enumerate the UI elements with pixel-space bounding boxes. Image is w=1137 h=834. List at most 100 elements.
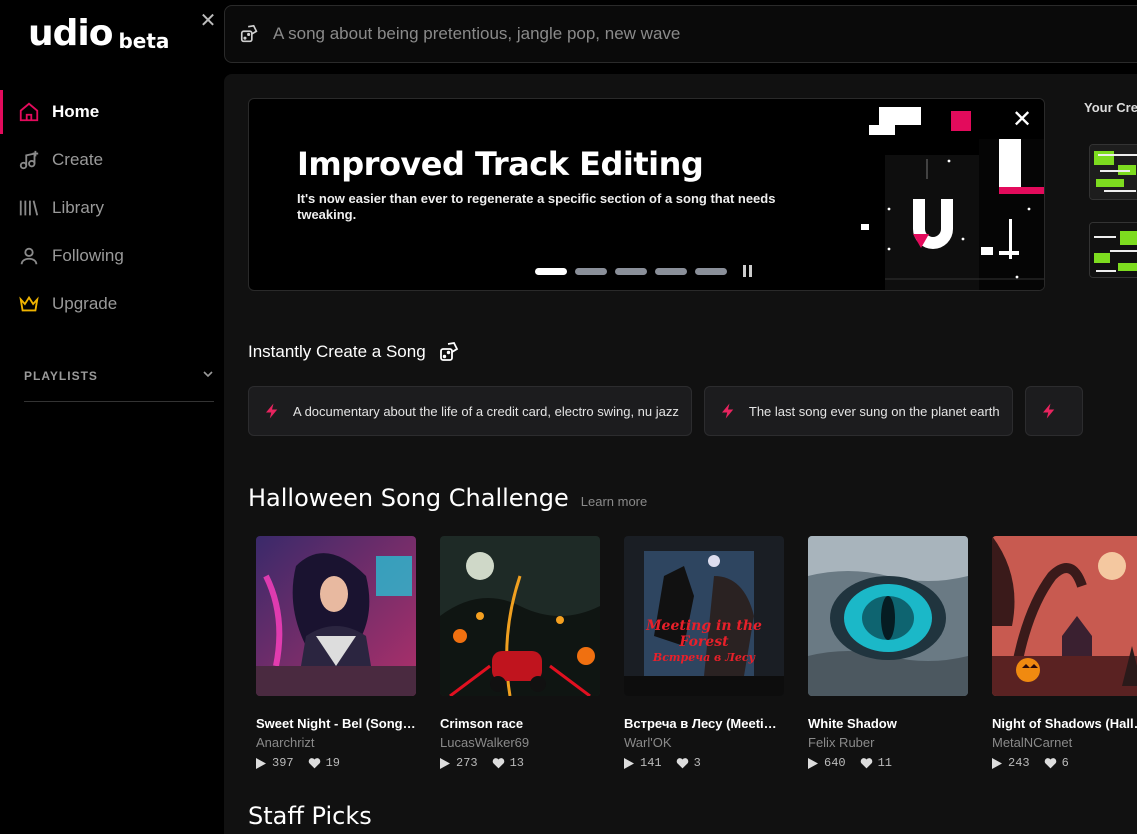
user-icon	[18, 245, 40, 267]
song-title[interactable]: Встреча в Лесу (Meeting in the Forest)	[624, 716, 784, 731]
dice-icon[interactable]	[438, 340, 462, 364]
challenge-title: Halloween Song Challenge	[248, 484, 569, 512]
cover-art-caption-line: Встреча в Лесу	[652, 651, 756, 664]
suggestion-chip[interactable]: A documentary about the life of a credit…	[248, 386, 692, 436]
song-title[interactable]: Sweet Night - Bel (Song for Halloween)	[256, 716, 416, 731]
song-stats: 141 3	[624, 756, 784, 770]
chevron-down-icon	[202, 368, 214, 383]
lightning-icon	[719, 402, 737, 420]
like-count: 13	[509, 756, 525, 770]
banner-description: It's now easier than ever to regenerate …	[297, 191, 776, 222]
song-card[interactable]: White Shadow Felix Ruber 640 11	[808, 536, 968, 770]
instant-create-title: Instantly Create a Song	[248, 342, 426, 361]
banner-dot[interactable]	[535, 267, 567, 275]
udio-logo[interactable]: udio beta	[28, 14, 169, 54]
heart-icon[interactable]	[308, 757, 321, 769]
sidebar-item-create[interactable]: Create	[0, 136, 224, 184]
logo-beta-badge: beta	[118, 29, 170, 53]
banner-pagination	[535, 265, 755, 277]
prompt-search-bar[interactable]	[224, 5, 1137, 63]
song-card[interactable]: Crimson race LucasWalker69 273 13	[440, 536, 600, 770]
song-stats: 640 11	[808, 756, 968, 770]
song-stats: 397 19	[256, 756, 416, 770]
sidebar-item-library[interactable]: Library	[0, 184, 224, 232]
banner-dot[interactable]	[575, 267, 607, 275]
heart-icon[interactable]	[676, 757, 689, 769]
banner-dot[interactable]	[655, 267, 687, 275]
song-card[interactable]: Night of Shadows (Halloween) MetalNCarne…	[992, 536, 1137, 770]
song-cover-art[interactable]	[256, 536, 416, 696]
play-count: 640	[824, 756, 846, 770]
your-creations-heading: Your Cre	[1084, 100, 1137, 115]
sidebar-item-home[interactable]: Home	[0, 88, 224, 136]
like-count: 6	[1061, 756, 1069, 770]
playlists-divider	[24, 401, 214, 402]
suggestion-chip[interactable]	[1024, 386, 1083, 436]
song-title[interactable]: Night of Shadows (Halloween)	[992, 716, 1137, 731]
learn-more-link[interactable]: Learn more	[581, 494, 647, 509]
creation-thumbnail[interactable]	[1089, 222, 1137, 278]
cover-art-caption-line: Meeting in the Forest	[646, 618, 762, 650]
sidebar: udio beta ✕ Home Create Library Followin…	[0, 0, 224, 816]
song-artist[interactable]: Anarchrizt	[256, 735, 416, 750]
close-sidebar-icon[interactable]: ✕	[199, 11, 217, 31]
sidebar-item-label: Library	[52, 198, 104, 217]
dice-icon[interactable]	[239, 23, 261, 45]
play-icon	[808, 757, 818, 769]
lightning-icon	[263, 402, 281, 420]
song-card[interactable]: Meeting in the Forest Встреча в Лесу Вст…	[624, 536, 784, 770]
crown-icon	[18, 293, 40, 315]
song-cover-art[interactable]	[992, 536, 1137, 696]
heart-icon[interactable]	[1044, 757, 1057, 769]
announcement-banner[interactable]: Improved Track Editing It's now easier t…	[248, 98, 1045, 291]
heart-icon[interactable]	[492, 757, 505, 769]
heart-icon[interactable]	[860, 757, 873, 769]
song-stats: 243 6	[992, 756, 1137, 770]
sidebar-nav: Home Create Library Following Upgrade	[0, 88, 224, 328]
play-icon	[992, 757, 1002, 769]
prompt-input[interactable]	[271, 23, 975, 45]
play-count: 141	[640, 756, 662, 770]
song-card[interactable]: Sweet Night - Bel (Song for Halloween) A…	[256, 536, 416, 770]
sidebar-item-label: Upgrade	[52, 294, 118, 313]
library-icon	[18, 197, 40, 219]
banner-dot[interactable]	[695, 267, 727, 275]
suggestion-chip[interactable]: The last song ever sung on the planet ea…	[703, 386, 1013, 436]
song-stats: 273 13	[440, 756, 600, 770]
close-banner-icon[interactable]: ✕	[1011, 108, 1033, 132]
like-count: 11	[877, 756, 893, 770]
sidebar-item-following[interactable]: Following	[0, 232, 224, 280]
song-title[interactable]: Crimson race	[440, 716, 600, 731]
staff-picks-heading: Staff Picks	[248, 802, 372, 830]
home-icon	[18, 101, 40, 123]
playlists-toggle[interactable]: PLAYLISTS	[24, 368, 214, 383]
song-cover-art[interactable]	[440, 536, 600, 696]
play-count: 243	[1008, 756, 1030, 770]
like-count: 3	[693, 756, 701, 770]
cover-art-caption: Meeting in the Forest Встреча в Лесу	[624, 618, 784, 666]
song-title[interactable]: White Shadow	[808, 716, 968, 731]
banner-title: Improved Track Editing	[297, 145, 704, 183]
banner-dot[interactable]	[615, 267, 647, 275]
sidebar-item-label: Following	[52, 246, 124, 265]
play-icon	[440, 757, 450, 769]
playlists-label: PLAYLISTS	[24, 368, 98, 383]
like-count: 19	[325, 756, 341, 770]
prompt-suggestions: A documentary about the life of a credit…	[248, 386, 1083, 436]
sidebar-item-upgrade[interactable]: Upgrade	[0, 280, 224, 328]
suggestion-text: The last song ever sung on the planet ea…	[748, 403, 1000, 419]
suggestion-text: A documentary about the life of a credit…	[293, 403, 679, 419]
creation-thumbnail[interactable]	[1089, 144, 1137, 200]
logo-wordmark: udio	[28, 13, 113, 54]
pause-icon[interactable]	[743, 265, 755, 277]
song-cover-art[interactable]: Meeting in the Forest Встреча в Лесу	[624, 536, 784, 696]
song-artist[interactable]: MetalNCarnet	[992, 735, 1137, 750]
sidebar-item-label: Home	[52, 102, 100, 121]
music-plus-icon	[18, 149, 40, 171]
song-cover-art[interactable]	[808, 536, 968, 696]
main-panel: Improved Track Editing It's now easier t…	[224, 74, 1137, 834]
song-artist[interactable]: LucasWalker69	[440, 735, 600, 750]
song-artist[interactable]: Warl'OK	[624, 735, 784, 750]
song-artist[interactable]: Felix Ruber	[808, 735, 968, 750]
play-count: 397	[272, 756, 294, 770]
